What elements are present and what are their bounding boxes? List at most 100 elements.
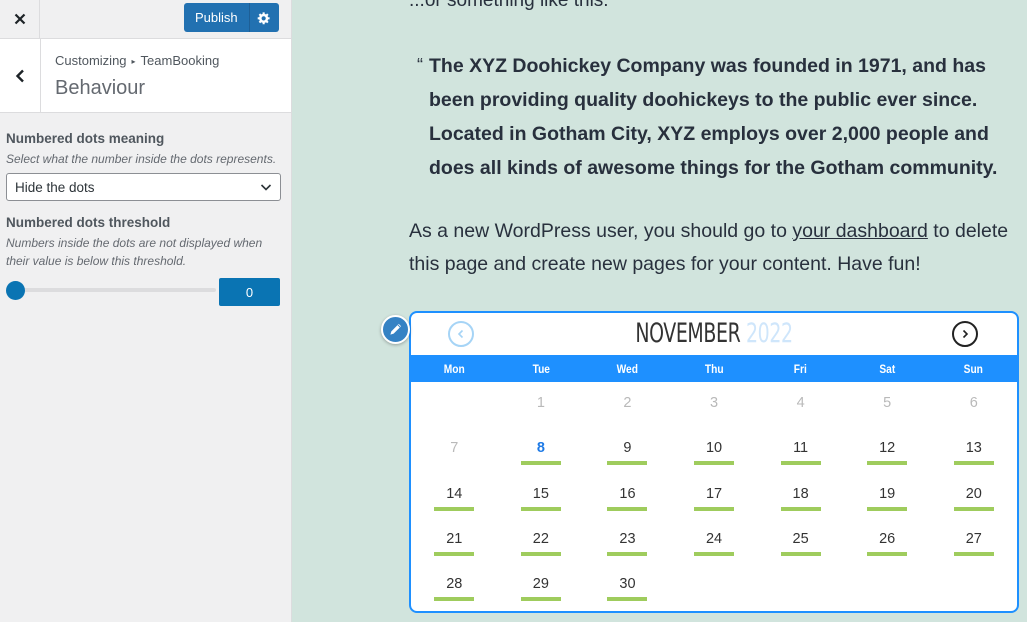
calendar-day[interactable]: 24 (671, 518, 758, 563)
calendar-day[interactable]: 21 (411, 518, 498, 563)
intro-text: ...or something like this: (409, 0, 609, 11)
calendar-day[interactable]: 19 (844, 473, 931, 518)
day-number: 21 (446, 530, 463, 547)
calendar-day: 6 (930, 382, 1017, 427)
weekday-label: Fri (794, 361, 808, 376)
day-number: 19 (879, 485, 896, 502)
calendar-week: 7 8 9 10 11 12 13 (411, 427, 1017, 472)
threshold-slider-row: 0 (6, 278, 280, 306)
dots-meaning-control: Numbered dots meaning Select what the nu… (6, 131, 281, 201)
next-month-button[interactable] (952, 321, 978, 347)
calendar-day[interactable]: 17 (671, 473, 758, 518)
paragraph-text-before: As a new WordPress user, you should go t… (409, 220, 793, 242)
availability-bar (780, 551, 821, 556)
calendar-title: NOVEMBER 2022 (478, 318, 951, 349)
calendar-day[interactable]: 26 (844, 518, 931, 563)
calendar-day[interactable]: 8 (498, 427, 585, 472)
calendar-week: 1 2 3 4 5 6 (411, 382, 1017, 427)
back-button[interactable] (0, 39, 41, 112)
chevron-right-icon (962, 329, 969, 339)
calendar-month: NOVEMBER (635, 318, 741, 349)
day-number: 4 (796, 395, 805, 411)
close-customizer-button[interactable] (0, 0, 40, 38)
availability-bar (953, 461, 994, 466)
gear-icon (257, 11, 270, 24)
calendar-day[interactable]: 28 (411, 563, 498, 608)
availability-bar (607, 551, 648, 556)
day-number: 9 (623, 440, 632, 457)
threshold-value-input[interactable]: 0 (219, 278, 280, 306)
calendar-day[interactable]: 29 (498, 563, 585, 608)
calendar-day[interactable]: 25 (757, 518, 844, 563)
breadcrumb-parent: TeamBooking (140, 53, 220, 68)
blockquote: The XYZ Doohickey Company was founded in… (429, 55, 998, 179)
paragraph: As a new WordPress user, you should go t… (409, 215, 1009, 281)
calendar-day[interactable]: 27 (930, 518, 1017, 563)
availability-bar (953, 506, 994, 511)
section-title: Behaviour (55, 77, 146, 99)
weekday-label: Mon (443, 361, 465, 376)
day-number: 30 (619, 576, 636, 593)
weekday-label: Wed (616, 361, 639, 376)
section-header: Customizing ▸ TeamBooking Behaviour (0, 39, 291, 113)
availability-bar (520, 597, 561, 602)
availability-bar (867, 551, 908, 556)
weekday-label: Tue (532, 361, 550, 376)
day-number: 5 (883, 395, 892, 411)
calendar-day: 7 (411, 427, 498, 472)
day-number: 7 (450, 440, 459, 457)
dots-threshold-label: Numbered dots threshold (6, 215, 171, 230)
day-number: 10 (705, 440, 723, 457)
calendar-day[interactable]: 18 (757, 473, 844, 518)
prev-month-button[interactable] (448, 321, 474, 347)
publish-button-group: Publish (184, 3, 279, 32)
day-number: 13 (965, 440, 982, 457)
threshold-slider-track[interactable] (12, 288, 216, 292)
dots-threshold-control: Numbered dots threshold Numbers inside t… (6, 215, 280, 306)
day-number: 24 (705, 530, 723, 547)
quote-mark: “ (417, 55, 423, 75)
publish-settings-button[interactable] (248, 3, 279, 32)
edit-shortcut-button[interactable] (381, 315, 410, 344)
dashboard-link[interactable]: your dashboard (792, 220, 928, 242)
calendar-grid: 1 2 3 4 5 6 7 8 9 10 11 12 13 14 15 16 17 18 19 20 21 22 23 24 2… (411, 382, 1017, 608)
calendar-day[interactable]: 22 (498, 518, 585, 563)
publish-button[interactable]: Publish (184, 3, 249, 32)
calendar-day[interactable]: 14 (411, 473, 498, 518)
calendar-day[interactable]: 13 (930, 427, 1017, 472)
chevron-down-icon (260, 184, 272, 191)
calendar-day: 5 (844, 382, 931, 427)
calendar-day[interactable]: 15 (498, 473, 585, 518)
availability-bar (694, 461, 735, 466)
calendar-day[interactable]: 23 (584, 518, 671, 563)
chevron-left-icon (457, 329, 464, 339)
calendar-day[interactable]: 10 (671, 427, 758, 472)
calendar-day[interactable]: 20 (930, 473, 1017, 518)
dots-meaning-select[interactable]: Hide the dots (6, 173, 281, 201)
controls-panel: Numbered dots meaning Select what the nu… (0, 113, 291, 306)
breadcrumb-root: Customizing (55, 53, 127, 68)
site-preview: ...or something like this: “ The XYZ Doo… (293, 0, 1027, 622)
day-number: 20 (965, 485, 982, 502)
availability-bar (867, 461, 908, 466)
calendar-day[interactable]: 30 (584, 563, 671, 608)
day-number: 14 (446, 485, 463, 502)
availability-bar (434, 597, 475, 602)
availability-bar (520, 551, 561, 556)
threshold-slider-thumb[interactable] (6, 281, 25, 300)
calendar-day[interactable]: 12 (844, 427, 931, 472)
availability-bar (520, 506, 561, 511)
calendar-empty-cell (411, 382, 498, 427)
calendar-day[interactable]: 11 (757, 427, 844, 472)
day-number: 1 (536, 395, 545, 411)
dots-threshold-description: Numbers inside the dots are not displaye… (6, 236, 263, 268)
day-number: 17 (705, 485, 723, 502)
calendar-day[interactable]: 16 (584, 473, 671, 518)
calendar-day: 3 (671, 382, 758, 427)
availability-bar (694, 506, 735, 511)
calendar-day[interactable]: 9 (584, 427, 671, 472)
availability-bar (434, 506, 475, 511)
day-number: 23 (619, 530, 636, 547)
day-number: 28 (446, 576, 463, 593)
availability-bar (607, 506, 648, 511)
